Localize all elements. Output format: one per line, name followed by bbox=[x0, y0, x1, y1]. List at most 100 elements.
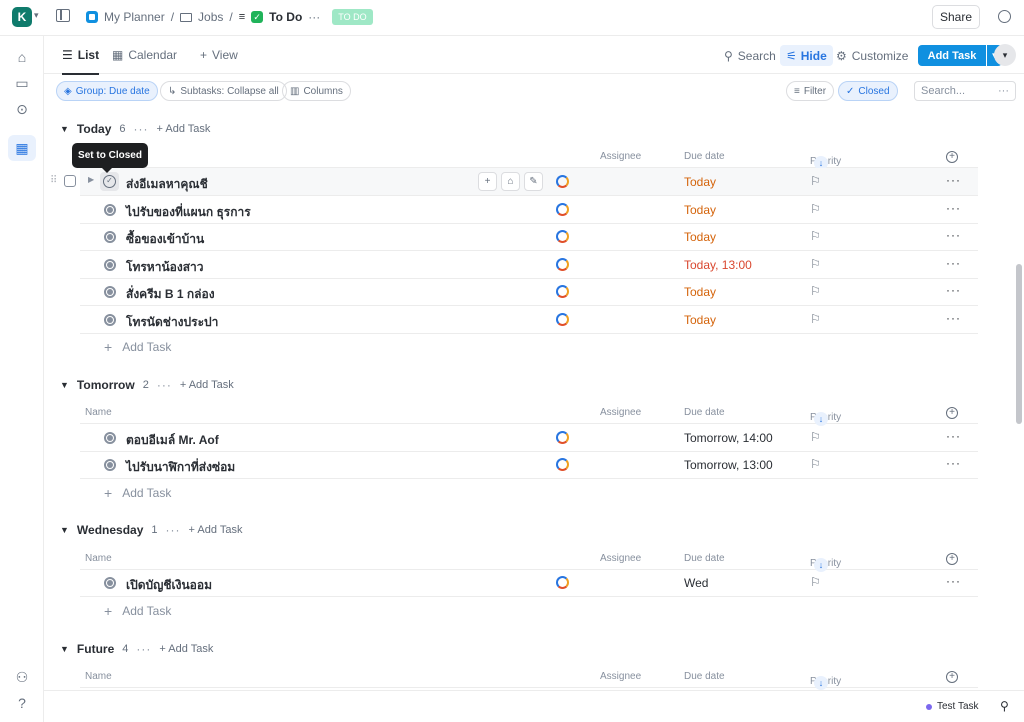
task-name[interactable]: ตอบอีเมล์ Mr. Aof bbox=[126, 431, 219, 450]
task-name[interactable]: เปิดบัญชีเงินออม bbox=[126, 576, 212, 595]
add-subtask-icon[interactable]: + bbox=[478, 172, 497, 191]
table-row[interactable]: โทรหาน้องสาว Today, 13:00 ⚐ ··· bbox=[80, 251, 978, 279]
tag-icon[interactable]: ⌂ bbox=[501, 172, 520, 191]
add-column-icon[interactable]: + bbox=[946, 151, 958, 163]
status-icon[interactable] bbox=[104, 204, 116, 216]
table-row[interactable]: ⠿ ▶ ✓ ส่งอีเมลหาคุณชี + ⌂ ✎ Today ⚐ ··· bbox=[50, 168, 978, 196]
task-name[interactable]: ไปรับนาฬิกาที่ส่งซ่อม bbox=[126, 458, 235, 477]
table-row[interactable]: ไปรับของที่แผนก ธุรการ Today ⚐ ··· bbox=[80, 196, 978, 224]
breadcrumb-folder[interactable]: Jobs bbox=[198, 10, 223, 24]
home-icon[interactable]: ⌂ bbox=[8, 44, 36, 70]
pin-icon[interactable]: ⚲ bbox=[1000, 699, 1009, 713]
add-column-icon[interactable]: + bbox=[946, 671, 958, 683]
due-date[interactable]: Today, 13:00 bbox=[684, 258, 752, 272]
share-button[interactable]: Share bbox=[932, 5, 980, 29]
assignee-avatar[interactable] bbox=[556, 203, 569, 216]
drag-handle-icon[interactable]: ⠿ bbox=[50, 175, 57, 186]
more-dots-icon[interactable]: ··· bbox=[946, 173, 961, 187]
collapse-caret-icon[interactable]: ▼ bbox=[60, 124, 69, 134]
group-add-task[interactable]: + Add Task bbox=[159, 643, 213, 655]
table-row[interactable]: ไปรับนาฬิกาที่ส่งซ่อม Tomorrow, 13:00 ⚐ … bbox=[80, 451, 978, 479]
flag-icon[interactable]: ⚐ bbox=[810, 202, 821, 216]
status-icon[interactable] bbox=[104, 459, 116, 471]
workspace-avatar[interactable]: K bbox=[12, 7, 32, 27]
column-assignee[interactable]: Assignee bbox=[600, 671, 641, 682]
column-due-date[interactable]: Due date bbox=[684, 671, 725, 682]
edit-pencil-icon[interactable]: ✎ bbox=[524, 172, 543, 191]
status-icon[interactable] bbox=[104, 577, 116, 589]
collapse-caret-icon[interactable]: ▼ bbox=[60, 644, 69, 654]
flag-icon[interactable]: ⚐ bbox=[810, 257, 821, 271]
column-assignee[interactable]: Assignee bbox=[600, 151, 641, 162]
flag-icon[interactable]: ⚐ bbox=[810, 430, 821, 444]
task-name[interactable]: โทรหาน้องสาว bbox=[126, 258, 204, 277]
chevron-down-icon[interactable]: ▾ bbox=[994, 44, 1016, 66]
row-checkbox[interactable] bbox=[64, 175, 76, 187]
add-task-row[interactable]: + Add Task bbox=[104, 479, 171, 507]
column-name[interactable]: Name bbox=[85, 671, 112, 682]
add-column-icon[interactable]: + bbox=[946, 553, 958, 565]
table-row[interactable]: ซื้อของเข้าบ้าน Today ⚐ ··· bbox=[80, 223, 978, 251]
assignee-avatar[interactable] bbox=[556, 458, 569, 471]
assignee-avatar[interactable] bbox=[556, 175, 569, 188]
closed-chip[interactable]: ✓ Closed bbox=[838, 81, 898, 101]
sort-arrow-icon[interactable]: ↓ bbox=[814, 676, 828, 690]
collapse-caret-icon[interactable]: ▼ bbox=[60, 525, 69, 535]
add-task-row[interactable]: + Add Task bbox=[104, 333, 171, 361]
status-icon[interactable] bbox=[104, 259, 116, 271]
filter-chip[interactable]: ≡ Filter bbox=[786, 81, 835, 101]
due-date[interactable]: Today bbox=[684, 313, 716, 327]
search-button[interactable]: ⚲ Search bbox=[724, 46, 776, 66]
due-date[interactable]: Tomorrow, 13:00 bbox=[684, 458, 773, 472]
columns-chip[interactable]: ▥ Columns bbox=[282, 81, 351, 101]
more-dots-icon[interactable]: ··· bbox=[308, 10, 320, 24]
more-dots-icon[interactable]: ··· bbox=[134, 122, 149, 136]
status-icon[interactable] bbox=[104, 231, 116, 243]
due-date[interactable]: Today bbox=[684, 285, 716, 299]
more-dots-icon[interactable]: ··· bbox=[946, 456, 961, 470]
flag-icon[interactable]: ⚐ bbox=[810, 174, 821, 188]
more-dots-icon[interactable]: ··· bbox=[946, 256, 961, 270]
flag-icon[interactable]: ⚐ bbox=[810, 312, 821, 326]
assignee-avatar[interactable] bbox=[556, 285, 569, 298]
hide-button[interactable]: ⚟ Hide bbox=[780, 45, 833, 66]
inbox-icon[interactable]: ▭ bbox=[8, 70, 36, 96]
more-circle-icon[interactable]: ⊙ bbox=[8, 96, 36, 122]
flag-icon[interactable]: ⚐ bbox=[810, 575, 821, 589]
more-dots-icon[interactable]: ··· bbox=[946, 311, 961, 325]
table-row[interactable]: สั่งครีม B 1 กล่อง Today ⚐ ··· bbox=[80, 278, 978, 306]
assignee-avatar[interactable] bbox=[556, 230, 569, 243]
more-dots-icon[interactable]: ··· bbox=[946, 283, 961, 297]
due-date[interactable]: Tomorrow, 14:00 bbox=[684, 431, 773, 445]
assignee-avatar[interactable] bbox=[556, 258, 569, 271]
more-dots-icon[interactable]: ··· bbox=[998, 85, 1009, 97]
search-input[interactable]: Search... ··· bbox=[914, 81, 1016, 101]
breadcrumb-list[interactable]: To Do bbox=[269, 10, 302, 24]
status-icon[interactable] bbox=[104, 314, 116, 326]
group-add-task[interactable]: + Add Task bbox=[180, 379, 234, 391]
subtasks-chip[interactable]: ↳ Subtasks: Collapse all bbox=[160, 81, 287, 101]
due-date[interactable]: Today bbox=[684, 203, 716, 217]
add-column-icon[interactable]: + bbox=[946, 407, 958, 419]
assignee-avatar[interactable] bbox=[556, 431, 569, 444]
status-icon[interactable] bbox=[104, 286, 116, 298]
sidebar-toggle-icon[interactable] bbox=[56, 9, 70, 22]
more-dots-icon[interactable]: ··· bbox=[136, 642, 151, 656]
spaces-grid-icon[interactable]: ▦ bbox=[8, 135, 36, 161]
column-name[interactable]: Name bbox=[85, 407, 112, 418]
group-add-task[interactable]: + Add Task bbox=[157, 123, 211, 135]
table-row[interactable]: เปิดบัญชีเงินออม Wed ⚐ ··· bbox=[80, 569, 978, 597]
flag-icon[interactable]: ⚐ bbox=[810, 457, 821, 471]
task-name[interactable]: ไปรับของที่แผนก ธุรการ bbox=[126, 203, 251, 222]
expand-caret-icon[interactable]: ▶ bbox=[88, 175, 94, 184]
due-date[interactable]: Today bbox=[684, 175, 716, 189]
assignee-avatar[interactable] bbox=[556, 313, 569, 326]
minimized-task-tray[interactable]: Test Task bbox=[926, 701, 979, 712]
add-task-button[interactable]: Add Task bbox=[918, 45, 986, 66]
add-task-row[interactable]: + Add Task bbox=[104, 597, 171, 625]
group-add-task[interactable]: + Add Task bbox=[189, 524, 243, 536]
status-toggle[interactable]: ✓ bbox=[100, 172, 119, 191]
column-name[interactable]: Name bbox=[85, 553, 112, 564]
table-row[interactable]: โทรนัดช่างประปา Today ⚐ ··· bbox=[80, 306, 978, 334]
scrollbar[interactable] bbox=[1016, 264, 1022, 424]
